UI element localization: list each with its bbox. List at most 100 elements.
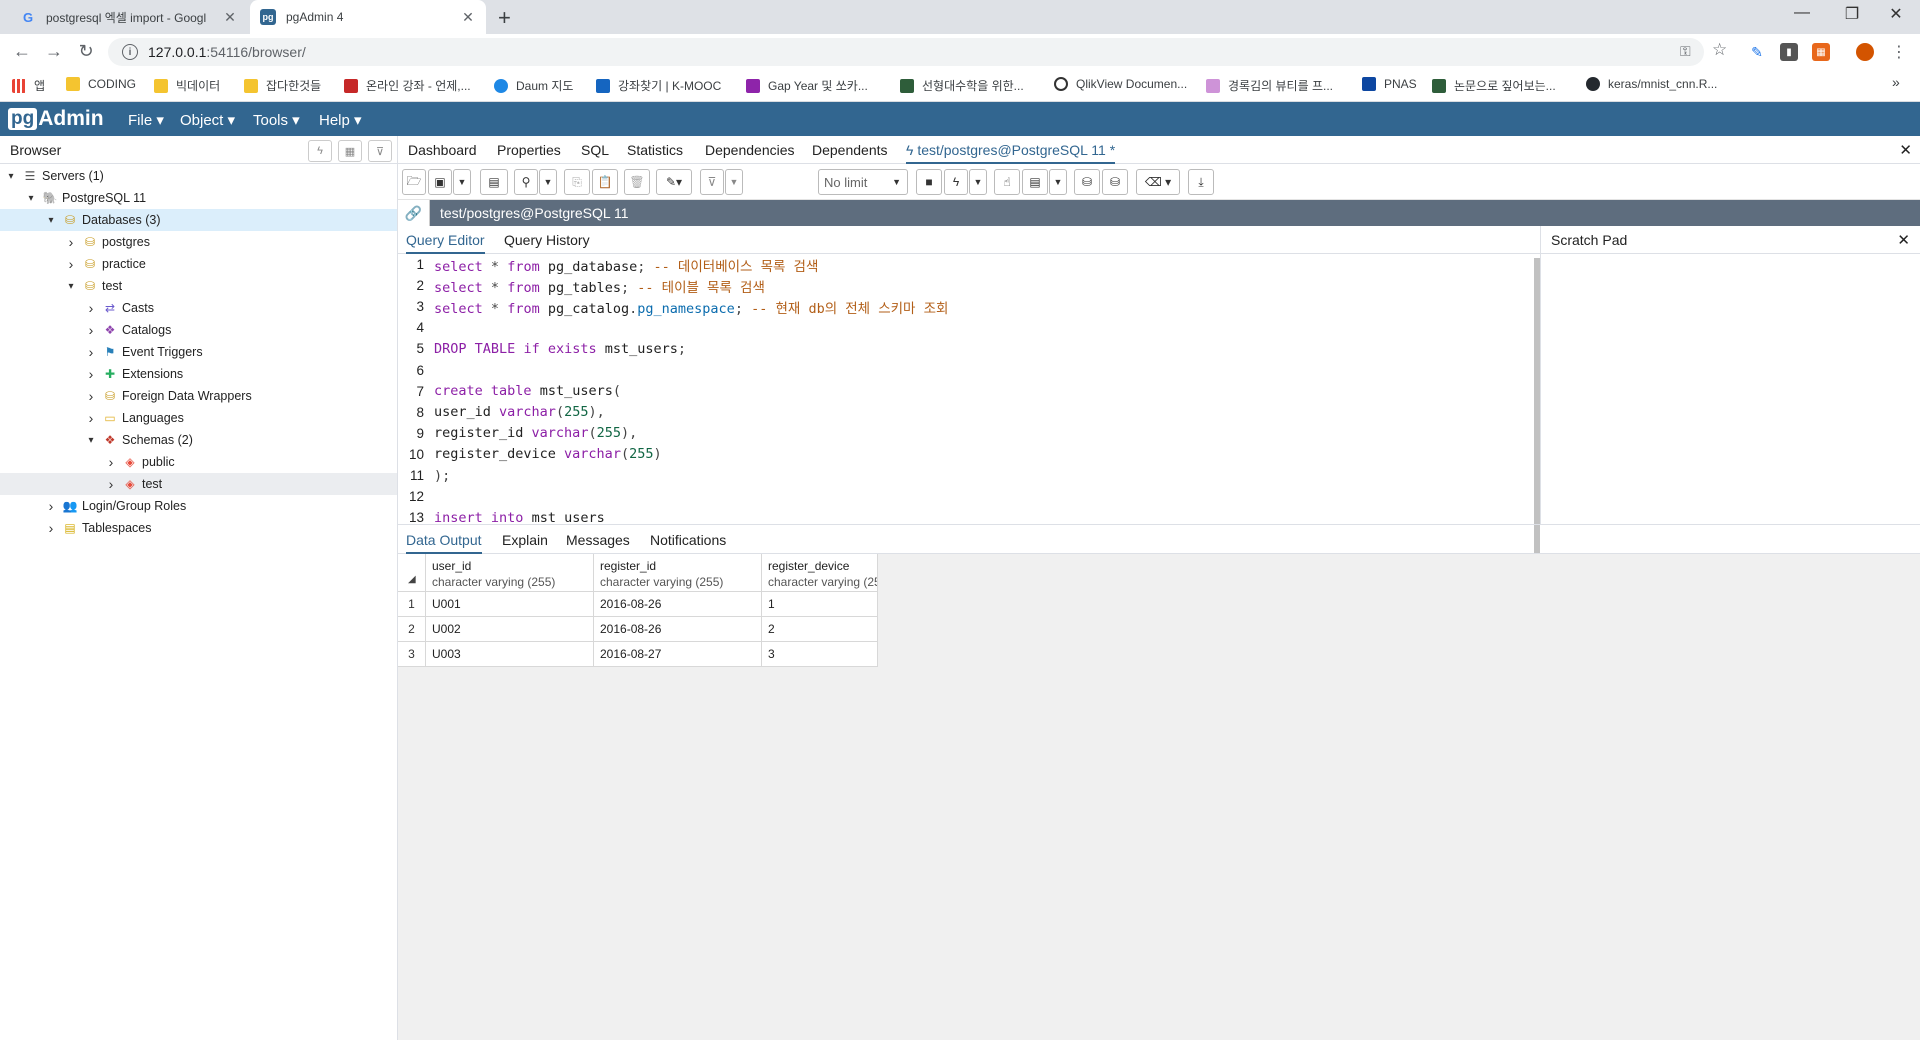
more-vert-icon[interactable]: ⋮ [1890, 43, 1908, 61]
copy-icon[interactable]: ⎘ [564, 169, 590, 195]
tab-messages[interactable]: Messages [566, 532, 630, 548]
code-line[interactable]: 8 user_id varchar(255), [398, 402, 1528, 423]
tree-item[interactable]: › ◈ public [0, 451, 397, 473]
stop-icon[interactable]: ■ [916, 169, 942, 195]
address-bar[interactable]: i 127.0.0.1:54116/browser/ [108, 38, 1704, 66]
link-icon[interactable]: 🔗 [398, 200, 430, 226]
bookmark-kmooc[interactable]: 강좌찾기 | K-MOOC [596, 77, 721, 94]
tab-properties[interactable]: Properties [497, 142, 561, 158]
tree-item[interactable]: › ✚ Extensions [0, 363, 397, 385]
close-icon[interactable]: ✕ [460, 9, 476, 26]
row-number[interactable]: 2 [398, 617, 426, 642]
commit-icon[interactable]: ⛁ [1074, 169, 1100, 195]
tab-notifications[interactable]: Notifications [650, 532, 726, 548]
pen-extension-icon[interactable]: ✎ [1748, 43, 1766, 61]
maximize-button[interactable]: ❐ [1832, 4, 1872, 24]
tab-data-output[interactable]: Data Output [406, 532, 482, 554]
row-limit-select[interactable]: No limit ▼ [818, 169, 908, 195]
delete-icon[interactable]: 🗑 [624, 169, 650, 195]
chevron-right-icon[interactable]: › [84, 388, 98, 404]
code-line[interactable]: 2 select * from pg_tables; -- 테이블 목록 검색 [398, 275, 1528, 296]
download-icon[interactable]: ⤓ [1188, 169, 1214, 195]
code-line[interactable]: 10 register_device varchar(255) [398, 444, 1528, 465]
new-tab-button[interactable]: + [498, 5, 511, 31]
chevron-right-icon[interactable]: › [84, 300, 98, 316]
bookmark-apps[interactable]: 앱 [12, 77, 45, 94]
explain-icon[interactable]: ☝ [994, 169, 1020, 195]
code-line[interactable]: 13 insert into mst_users [398, 507, 1528, 524]
chevron-right-icon[interactable]: › [64, 256, 78, 272]
table-cell[interactable]: U001 [426, 592, 594, 617]
column-header[interactable]: register_id character varying (255) [594, 554, 762, 592]
tab-query-tool[interactable]: ϟ test/postgres@PostgreSQL 11 * [906, 142, 1116, 164]
chevron-right-icon[interactable]: › [44, 520, 58, 536]
table-cell[interactable]: U003 [426, 642, 594, 667]
tree-item[interactable]: ▾ ⛁ Databases (3) [0, 209, 397, 231]
bookmark-linear-algebra[interactable]: 선형대수학을 위한... [900, 77, 1024, 94]
search-icon[interactable]: ⚲ [514, 169, 538, 195]
back-arrow-icon[interactable]: ← [10, 41, 34, 62]
browser-tab-pgadmin[interactable]: pg pgAdmin 4 ✕ [250, 0, 486, 34]
chevron-right-icon[interactable]: › [64, 234, 78, 250]
extension-icon[interactable]: ▦ [1812, 43, 1830, 61]
bookmark-pnas[interactable]: PNAS [1362, 77, 1417, 91]
chevron-down-icon[interactable]: ▾ [64, 281, 78, 292]
info-icon[interactable]: i [122, 44, 138, 60]
bookmark-beauty[interactable]: 경록김의 뷰티를 프... [1206, 77, 1333, 94]
row-number[interactable]: 3 [398, 642, 426, 667]
column-header[interactable]: register_device character varying (255) [762, 554, 878, 592]
tree-item[interactable]: › ▭ Languages [0, 407, 397, 429]
tree-item[interactable]: › ◈ test [0, 473, 397, 495]
chevron-down-icon[interactable]: ▾ [24, 193, 38, 204]
forward-arrow-icon[interactable]: → [42, 41, 66, 62]
tab-dependents[interactable]: Dependents [812, 142, 888, 158]
tree-item[interactable]: ▾ ❖ Schemas (2) [0, 429, 397, 451]
bookmark-keras[interactable]: keras/mnist_cnn.R... [1586, 77, 1717, 91]
code-line[interactable]: 12 [398, 486, 1528, 507]
tree-item[interactable]: › ⛁ Foreign Data Wrappers [0, 385, 397, 407]
menu-tools[interactable]: Tools ▾ [253, 111, 300, 129]
table-cell[interactable]: 2 [762, 617, 878, 642]
tree-item[interactable]: ▾ ⛁ test [0, 275, 397, 297]
tree-item[interactable]: › ⚑ Event Triggers [0, 341, 397, 363]
tree-item[interactable]: › ⇄ Casts [0, 297, 397, 319]
filter-dropdown-chevron-icon[interactable]: ▼ [725, 169, 743, 195]
star-icon[interactable]: ☆ [1712, 40, 1727, 60]
code-line[interactable]: 5 DROP TABLE if exists mst_users; [398, 338, 1528, 359]
bookmark-coding[interactable]: CODING [66, 77, 136, 91]
chevron-right-icon[interactable]: › [104, 476, 118, 492]
explain-dropdown-chevron-icon[interactable]: ▼ [1049, 169, 1067, 195]
chevron-right-icon[interactable]: › [84, 410, 98, 426]
table-cell[interactable]: 2016-08-26 [594, 617, 762, 642]
close-icon[interactable]: ✕ [1899, 141, 1912, 159]
chevron-down-icon[interactable]: ▾ [44, 215, 58, 226]
bookmarks-more-button[interactable]: » [1892, 74, 1900, 90]
paste-icon[interactable]: 📋 [592, 169, 618, 195]
table-cell[interactable]: 3 [762, 642, 878, 667]
extension-icon[interactable]: ▮ [1780, 43, 1798, 61]
key-icon[interactable]: ⚿ [1680, 43, 1691, 60]
code-line[interactable]: 4 [398, 317, 1528, 338]
tab-query-history[interactable]: Query History [504, 232, 590, 248]
tree-item[interactable]: ▾ ☰ Servers (1) [0, 165, 397, 187]
table-cell[interactable]: 1 [762, 592, 878, 617]
tree-item[interactable]: › ⛁ practice [0, 253, 397, 275]
chevron-right-icon[interactable]: › [84, 322, 98, 338]
code-line[interactable]: 6 [398, 360, 1528, 381]
close-icon[interactable]: ✕ [1897, 231, 1910, 249]
reload-icon[interactable]: ↻ [74, 41, 98, 62]
tree-item[interactable]: › ⛁ postgres [0, 231, 397, 253]
clear-dropdown-icon[interactable]: ⌫ ▾ [1136, 169, 1180, 195]
select-all-corner[interactable]: ◢ [398, 554, 426, 592]
code-line[interactable]: 7 create table mst_users( [398, 381, 1528, 402]
minimize-button[interactable]: — [1782, 4, 1822, 22]
chevron-right-icon[interactable]: › [84, 366, 98, 382]
bookmark-bigdata[interactable]: 빅데이터 [154, 77, 220, 94]
code-line[interactable]: 11); [398, 465, 1528, 486]
column-header[interactable]: user_id character varying (255) [426, 554, 594, 592]
bookmark-qlikview[interactable]: QlikView Documen... [1054, 77, 1187, 91]
find-in-table-icon[interactable]: ▤ [480, 169, 508, 195]
avatar[interactable] [1856, 43, 1874, 61]
bookmark-misc[interactable]: 잡다한것들 [244, 77, 321, 94]
tab-dependencies[interactable]: Dependencies [705, 142, 795, 158]
